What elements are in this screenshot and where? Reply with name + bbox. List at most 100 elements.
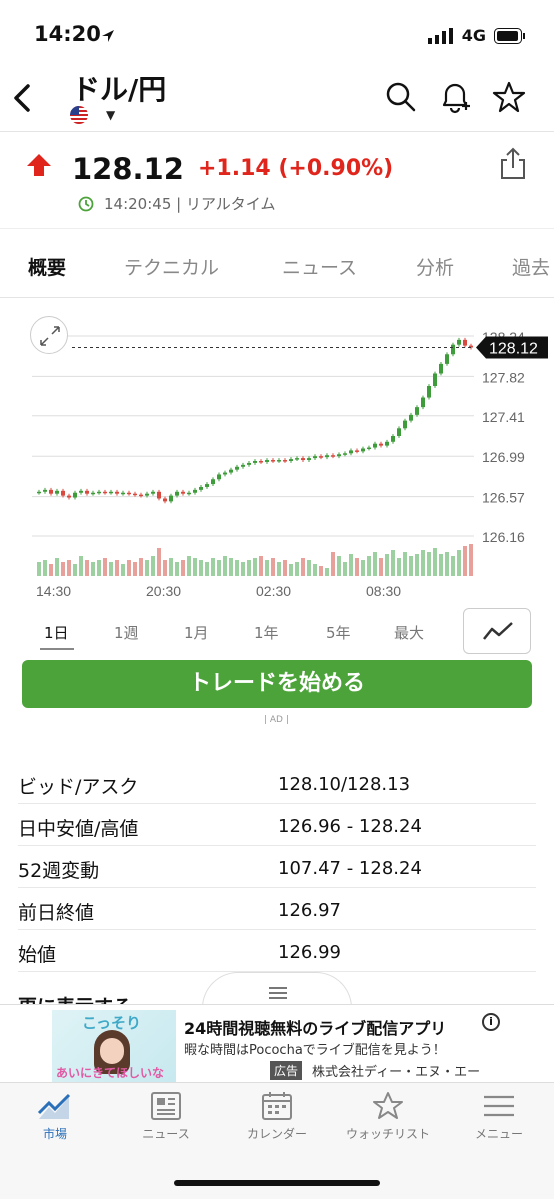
battery-icon: [494, 27, 525, 44]
us-flag-icon[interactable]: [70, 106, 88, 124]
volume-bar: [361, 560, 365, 576]
nav-watchlist[interactable]: ウォッチリスト: [333, 1091, 443, 1142]
nav-label: ウォッチリスト: [345, 1127, 430, 1141]
volume-bar: [175, 562, 179, 576]
volume-bar: [145, 560, 149, 576]
candle-body: [415, 407, 419, 415]
volume-bar: [427, 552, 431, 576]
nav-label: 市場: [42, 1127, 67, 1141]
start-trading-button[interactable]: トレードを始める: [22, 660, 532, 708]
period-active-underline: [40, 648, 74, 650]
volume-bar: [277, 562, 281, 576]
volume-bar: [325, 568, 329, 576]
signal-icon: [427, 27, 453, 44]
volume-bar: [211, 558, 215, 576]
volume-bar: [61, 562, 65, 576]
home-indicator: [174, 1180, 380, 1186]
line-chart-icon: [483, 622, 513, 640]
currency-dropdown-caret-icon[interactable]: ▼: [106, 108, 115, 122]
period-selector: 1日 1週 1月 1年 5年 最大: [0, 608, 554, 656]
nav-menu[interactable]: メニュー: [444, 1091, 554, 1142]
candle-body: [451, 344, 455, 355]
candle-body: [361, 448, 365, 452]
stat-label: 始値: [18, 944, 57, 966]
star-outline-icon[interactable]: [492, 80, 526, 114]
candle-body: [121, 492, 125, 495]
stat-value: 128.10/128.13: [278, 774, 411, 795]
ad-info-icon[interactable]: i: [482, 1013, 500, 1031]
candle-body: [103, 491, 107, 494]
back-chevron-icon[interactable]: [8, 78, 38, 118]
volume-bar: [409, 556, 413, 576]
y-tick-label: 127.41: [482, 409, 525, 425]
volume-bar: [85, 560, 89, 576]
volume-bar: [187, 556, 191, 576]
volume-bar: [385, 554, 389, 576]
volume-bar: [55, 558, 59, 576]
volume-bar: [151, 556, 155, 576]
candle-body: [151, 491, 155, 494]
period-1y[interactable]: 1年: [254, 622, 279, 643]
volume-bar: [331, 552, 335, 576]
volume-bar: [415, 554, 419, 576]
price-chart[interactable]: 128.24127.82127.41126.99126.57126.16128.…: [0, 300, 554, 610]
volume-bar: [469, 544, 473, 576]
candle-body: [259, 461, 263, 463]
stat-label: 前日終値: [18, 902, 95, 924]
stat-label: 日中安値/高値: [18, 818, 139, 840]
volume-bar: [229, 558, 233, 576]
candle-body: [193, 489, 197, 493]
ad-banner[interactable]: こっそり あいにきてほしいな 24時間視聴無料のライブ配信アプリ 暇な時間はPo…: [0, 1004, 554, 1082]
volume-bar: [457, 550, 461, 576]
candle-body: [169, 495, 173, 502]
volume-bar: [91, 562, 95, 576]
add-alert-bell-icon[interactable]: [438, 80, 472, 114]
candle-body: [313, 456, 317, 459]
candle-body: [457, 339, 461, 345]
period-max[interactable]: 最大: [394, 622, 424, 643]
nav-market[interactable]: 市場: [0, 1091, 110, 1142]
candle-body: [253, 461, 257, 463]
candle-body: [379, 443, 383, 446]
volume-bar: [445, 552, 449, 576]
candle-body: [373, 443, 377, 448]
stat-value: 126.96 - 128.24: [278, 816, 422, 837]
candle-body: [157, 491, 161, 499]
expand-chart-button[interactable]: [30, 316, 68, 354]
volume-bar: [199, 560, 203, 576]
volume-bar: [301, 558, 305, 576]
search-icon[interactable]: [384, 80, 418, 114]
ad-thumbnail: こっそり あいにきてほしいな: [52, 1010, 176, 1082]
volume-bar: [109, 562, 113, 576]
volume-bar: [259, 556, 263, 576]
tab-analysis[interactable]: 分析: [416, 253, 454, 280]
volume-bar: [241, 562, 245, 576]
nav-calendar[interactable]: カレンダー: [222, 1091, 332, 1142]
volume-bar: [337, 556, 341, 576]
share-icon[interactable]: [498, 146, 528, 180]
drawer-handle[interactable]: [202, 972, 352, 1008]
realtime-clock-icon: [78, 196, 94, 211]
tab-history[interactable]: 過去: [512, 253, 550, 280]
newspaper-icon: [151, 1092, 181, 1120]
candle-body: [229, 469, 233, 473]
period-1m[interactable]: 1月: [184, 622, 209, 643]
tab-overview[interactable]: 概要: [28, 253, 66, 280]
tab-technical[interactable]: テクニカル: [124, 253, 219, 280]
hamburger-icon: [484, 1095, 514, 1117]
volume-bar: [43, 560, 47, 576]
period-1d[interactable]: 1日: [44, 622, 69, 643]
stat-value: 126.97: [278, 900, 341, 921]
volume-bar: [349, 554, 353, 576]
chart-type-button[interactable]: [463, 608, 531, 654]
volume-bar: [67, 560, 71, 576]
volume-bar: [97, 560, 101, 576]
section-tabs: 概要 テクニカル ニュース 分析 過去: [0, 228, 554, 298]
period-1w[interactable]: 1週: [114, 622, 139, 643]
stat-value: 126.99: [278, 942, 341, 963]
expand-arrows-icon: [40, 326, 60, 346]
period-5y[interactable]: 5年: [326, 622, 351, 643]
nav-news[interactable]: ニュース: [111, 1091, 221, 1142]
candle-body: [97, 491, 101, 494]
tab-news[interactable]: ニュース: [282, 253, 357, 280]
